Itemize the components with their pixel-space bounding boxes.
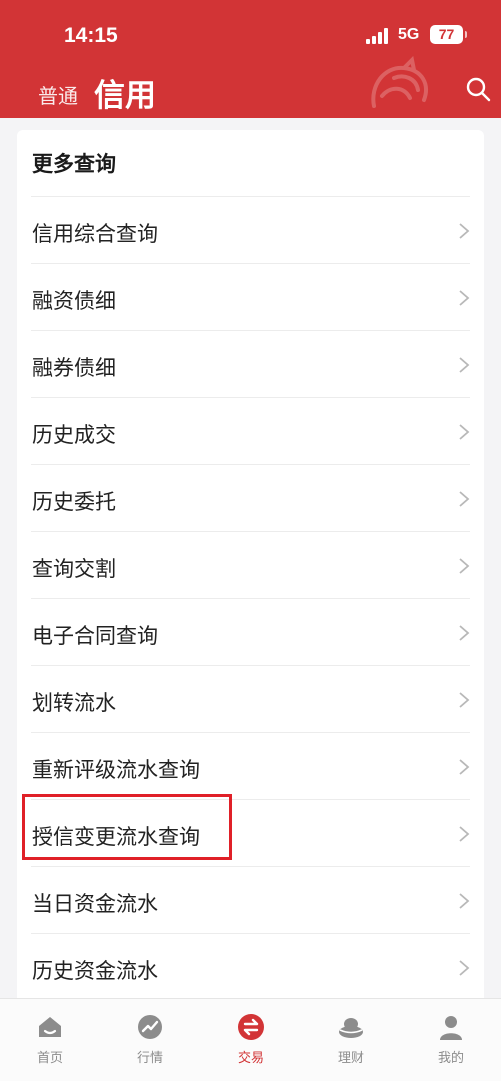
nav-label: 首页 xyxy=(36,1051,63,1066)
status-time: 14:15 xyxy=(64,24,118,47)
nav-label: 理财 xyxy=(337,1051,364,1066)
menu-item-transfer-flow[interactable]: 划转流水 xyxy=(31,665,470,732)
chevron-right-icon xyxy=(459,893,470,909)
menu-item-label: 融券债细 xyxy=(32,356,116,380)
chevron-right-icon xyxy=(459,290,470,306)
menu-item-securities-debt[interactable]: 融券债细 xyxy=(31,330,470,397)
dragon-logo-icon xyxy=(371,56,428,108)
menu-item-label: 授信变更流水查询 xyxy=(32,825,200,849)
menu-item-label: 电子合同查询 xyxy=(32,624,158,648)
menu-item-settlement-query[interactable]: 查询交割 xyxy=(31,531,470,598)
tab-normal[interactable]: 普通 xyxy=(38,80,78,109)
nav-profile[interactable]: 我的 xyxy=(401,999,501,1081)
query-menu: 信用综合查询 融资债细 融券债细 历史成交 历史委托 查询交割 电子合同查询 划… xyxy=(17,196,484,998)
menu-item-label: 历史委托 xyxy=(32,490,116,514)
nav-label: 交易 xyxy=(237,1051,264,1066)
menu-item-rerating-flow-query[interactable]: 重新评级流水查询 xyxy=(31,732,470,799)
menu-item-label: 当日资金流水 xyxy=(32,892,158,916)
chevron-right-icon xyxy=(459,692,470,708)
menu-item-label: 历史成交 xyxy=(32,423,116,447)
menu-item-financing-debt[interactable]: 融资债细 xyxy=(31,263,470,330)
nav-market[interactable]: 行情 xyxy=(100,999,200,1081)
chevron-right-icon xyxy=(459,625,470,641)
home-icon xyxy=(39,1017,61,1037)
nav-label: 行情 xyxy=(136,1051,163,1066)
search-icon[interactable] xyxy=(465,76,491,102)
section-title: 更多查询 xyxy=(32,152,116,176)
menu-item-label: 融资债细 xyxy=(32,289,116,313)
chevron-right-icon xyxy=(459,759,470,775)
nav-home[interactable]: 首页 xyxy=(0,999,100,1081)
chevron-right-icon xyxy=(459,357,470,373)
chevron-right-icon xyxy=(459,558,470,574)
wealth-ingot-icon xyxy=(339,1018,363,1038)
battery-icon: 77 xyxy=(430,25,467,44)
chevron-right-icon xyxy=(459,424,470,440)
chevron-right-icon xyxy=(459,826,470,842)
nav-trade[interactable]: 交易 xyxy=(201,999,301,1081)
tab-credit[interactable]: 信用 xyxy=(94,70,156,115)
menu-item-label: 查询交割 xyxy=(32,557,116,581)
chevron-right-icon xyxy=(459,960,470,976)
query-card: 更多查询 信用综合查询 融资债细 融券债细 历史成交 历史委托 查询交割 电子合… xyxy=(17,130,484,998)
nav-label: 我的 xyxy=(437,1051,464,1066)
menu-item-history-fund-flow[interactable]: 历史资金流水 xyxy=(31,933,470,998)
profile-icon xyxy=(440,1016,462,1040)
menu-item-label: 重新评级流水查询 xyxy=(32,758,200,782)
market-trend-icon xyxy=(138,1015,162,1039)
menu-item-credit-overview[interactable]: 信用综合查询 xyxy=(31,196,470,263)
menu-item-label: 信用综合查询 xyxy=(32,222,158,246)
menu-item-e-contract-query[interactable]: 电子合同查询 xyxy=(31,598,470,665)
chevron-right-icon xyxy=(459,223,470,239)
nav-wealth[interactable]: 理财 xyxy=(301,999,401,1081)
menu-item-label: 历史资金流水 xyxy=(32,959,158,983)
menu-item-today-fund-flow[interactable]: 当日资金流水 xyxy=(31,866,470,933)
app-header: 14:15 5G 77 普通 信用 xyxy=(0,0,501,118)
network-type: 5G xyxy=(398,26,420,43)
menu-item-history-orders[interactable]: 历史委托 xyxy=(31,464,470,531)
menu-item-credit-change-flow-query[interactable]: 授信变更流水查询 xyxy=(31,799,470,866)
cellular-signal-icon xyxy=(366,28,390,44)
menu-item-label: 划转流水 xyxy=(32,691,116,715)
trade-exchange-icon xyxy=(238,1014,264,1040)
menu-item-history-deals[interactable]: 历史成交 xyxy=(31,397,470,464)
chevron-right-icon xyxy=(459,491,470,507)
bottom-nav: 首页 行情 交易 理财 我的 xyxy=(0,998,501,1081)
